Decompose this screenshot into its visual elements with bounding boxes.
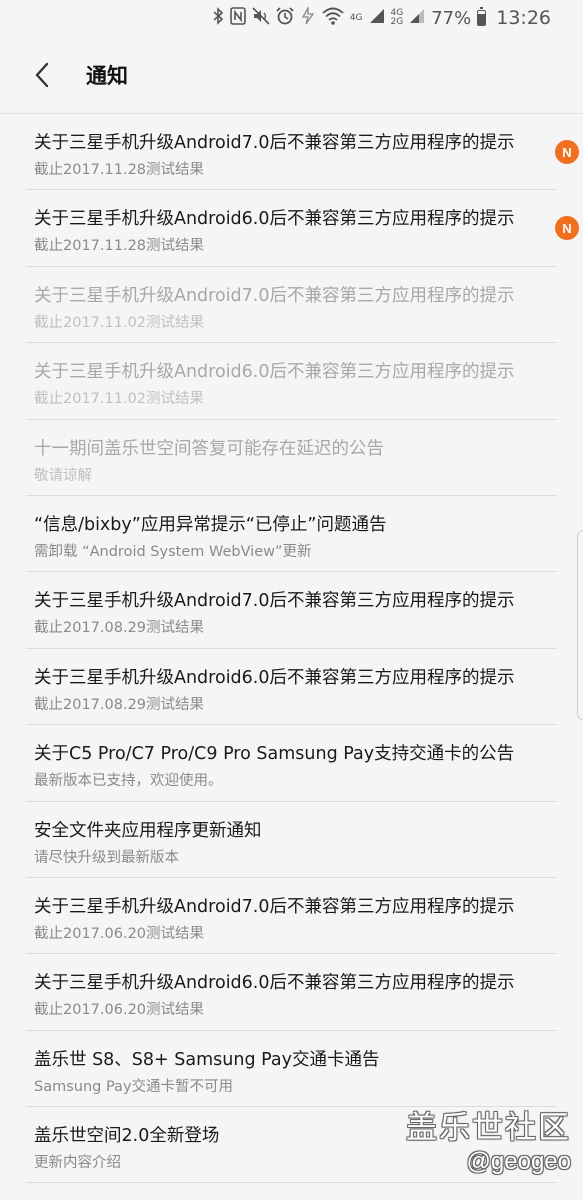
- notification-subtitle: 截止2017.08.29测试结果: [34, 620, 205, 637]
- notification-title: 关于三星手机升级Android6.0后不兼容第三方应用程序的提示: [34, 209, 515, 230]
- notification-item[interactable]: 关于三星手机升级Android6.0后不兼容第三方应用程序的提示截止2017.1…: [26, 343, 557, 420]
- notification-subtitle: 截止2017.06.20测试结果: [34, 1002, 205, 1019]
- notification-title: 关于三星手机升级Android7.0后不兼容第三方应用程序的提示: [34, 285, 515, 306]
- notification-item[interactable]: “信息/bixby”应用异常提示“已停止”问题通告需卸载 “Android Sy…: [26, 496, 557, 573]
- wifi-icon: [322, 7, 344, 29]
- signal-strength-2-icon: [409, 8, 425, 28]
- notification-title: 十一期间盖乐世空间答复可能存在延迟的公告: [34, 438, 384, 459]
- app-header: 通知: [0, 36, 583, 114]
- notification-item[interactable]: 关于三星手机升级Android6.0后不兼容第三方应用程序的提示截止2017.0…: [26, 954, 557, 1031]
- chevron-left-icon: [35, 62, 49, 87]
- battery-percent: 77%: [431, 7, 472, 29]
- notification-item[interactable]: 关于三星手机升级Android7.0后不兼容第三方应用程序的提示截止2017.0…: [26, 878, 557, 955]
- page-title: 通知: [86, 63, 128, 88]
- notification-title: 关于三星手机升级Android7.0后不兼容第三方应用程序的提示: [34, 591, 515, 612]
- notification-subtitle: 截止2017.11.02测试结果: [34, 391, 205, 408]
- notification-title: 关于三星手机升级Android7.0后不兼容第三方应用程序的提示: [34, 896, 515, 917]
- edge-panel-handle[interactable]: [577, 530, 583, 720]
- notification-subtitle: 最新版本已支持，欢迎使用。: [34, 773, 223, 790]
- notification-subtitle: 敬请谅解: [34, 467, 92, 484]
- notification-subtitle: 截止2017.08.29测试结果: [34, 696, 205, 713]
- notification-title: 安全文件夹应用程序更新通知: [34, 820, 262, 841]
- status-bar: 4G 4G 2G 77% 13:26: [0, 0, 583, 36]
- notification-title: 关于三星手机升级Android7.0后不兼容第三方应用程序的提示: [34, 133, 515, 153]
- notification-item[interactable]: 关于三星手机升级Android7.0后不兼容第三方应用程序的提示截止2017.1…: [26, 114, 579, 191]
- watermark-community: 盖乐世社区: [406, 1110, 571, 1145]
- notification-subtitle: 截止2017.11.28测试结果: [34, 238, 205, 255]
- notification-subtitle: 截止2017.06.20测试结果: [34, 925, 205, 942]
- alarm-icon: [276, 7, 294, 29]
- notification-title: 关于C5 Pro/C7 Pro/C9 Pro Samsung Pay支持交通卡的…: [34, 744, 515, 765]
- network-label-top: 4G: [349, 12, 363, 23]
- notification-item[interactable]: 关于三星手机升级Android6.0后不兼容第三方应用程序的提示截止2017.1…: [26, 190, 579, 267]
- notification-list: 关于三星手机升级Android7.0后不兼容第三方应用程序的提示 截止2017.1…: [0, 114, 583, 1184]
- notification-title: 关于三星手机升级Android6.0后不兼容第三方应用程序的提示: [34, 667, 515, 688]
- signal-4g-icon: 4G: [349, 12, 363, 23]
- notification-subtitle: 截止2017.11.02测试结果: [34, 314, 205, 331]
- notification-subtitle: Samsung Pay交通卡暂不可用: [34, 1078, 234, 1095]
- notification-item[interactable]: 十一期间盖乐世空间答复可能存在延迟的公告敬请谅解: [26, 420, 557, 496]
- notification-subtitle: 截止2017.11.28测试结果: [34, 162, 205, 178]
- notification-subtitle: 需卸载 “Android System WebView”更新: [34, 543, 312, 560]
- notification-subtitle: 请尽快升级到最新版本: [34, 849, 179, 866]
- mute-icon: [252, 7, 270, 29]
- notification-item[interactable]: 关于C5 Pro/C7 Pro/C9 Pro Samsung Pay支持交通卡的…: [26, 725, 557, 802]
- data-saver-icon: [300, 5, 316, 29]
- new-badge: N: [555, 140, 579, 164]
- notification-title: 关于三星手机升级Android6.0后不兼容第三方应用程序的提示: [34, 362, 515, 383]
- signal-2g-icon: 4G 2G: [391, 9, 404, 27]
- notification-title: 盖乐世空间2.0全新登场: [34, 1126, 220, 1147]
- notification-item[interactable]: 关于三星手机升级Android6.0后不兼容第三方应用程序的提示截止2017.0…: [26, 649, 557, 726]
- clock: 13:26: [496, 7, 551, 29]
- battery-fill: [478, 14, 486, 25]
- notification-item[interactable]: 关于三星手机升级Android7.0后不兼容第三方应用程序的提示截止2017.1…: [26, 267, 557, 344]
- notification-item[interactable]: 安全文件夹应用程序更新通知请尽快升级到最新版本: [26, 802, 557, 878]
- bluetooth-icon: [212, 7, 224, 29]
- network-label-bottom: 2G: [390, 17, 404, 27]
- notification-title: “信息/bixby”应用异常提示“已停止”问题通告: [34, 514, 387, 535]
- nfc-icon: [230, 7, 246, 29]
- battery-icon: [477, 7, 487, 26]
- notification-subtitle: 更新内容介绍: [34, 1155, 121, 1172]
- notification-title: 关于三星手机升级Android6.0后不兼容第三方应用程序的提示: [34, 973, 515, 994]
- signal-strength-icon: [369, 8, 385, 28]
- notification-title: 盖乐世 S8、S8+ Samsung Pay交通卡通告: [34, 1049, 380, 1070]
- back-button[interactable]: [22, 55, 62, 95]
- watermark-user: @geogeo: [466, 1148, 571, 1175]
- new-badge: N: [555, 216, 579, 241]
- notification-item[interactable]: 关于三星手机升级Android7.0后不兼容第三方应用程序的提示截止2017.0…: [26, 572, 557, 649]
- notification-item[interactable]: 盖乐世 S8、S8+ Samsung Pay交通卡通告 Samsung Pay交通…: [26, 1031, 557, 1108]
